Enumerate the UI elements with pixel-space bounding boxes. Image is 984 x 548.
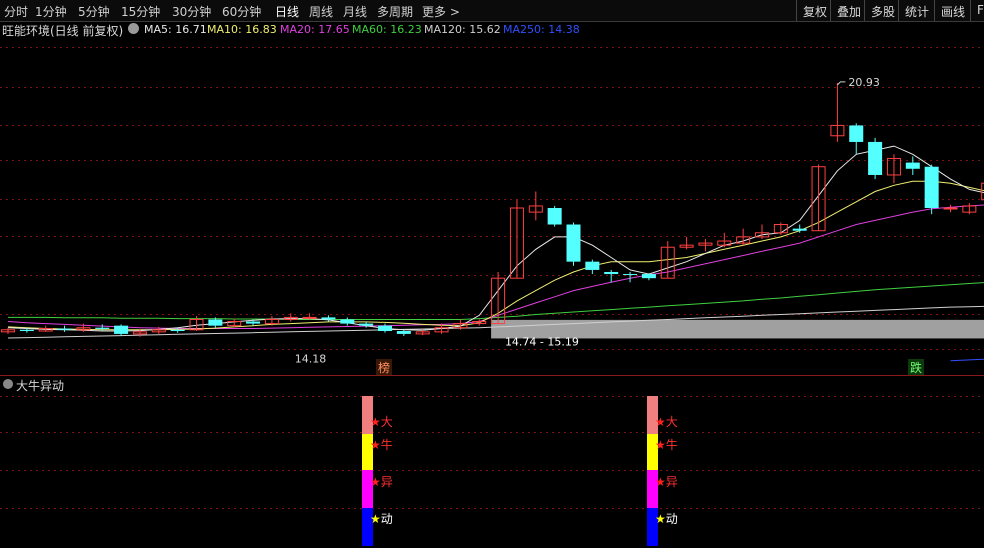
candlestick-chart[interactable]: 20.9314.1814.74 - 15.1917.63 - 17.40榜跌 (0, 39, 984, 376)
panel-collapse-icon[interactable] (3, 379, 13, 389)
tab-fenshi[interactable]: 分时 (4, 3, 28, 20)
tab-60min[interactable]: 60分钟 (222, 3, 261, 20)
candle-body-down (114, 325, 129, 334)
multi-stock-button[interactable]: 多股 (864, 0, 901, 21)
signal-marker: ★异 (655, 475, 678, 489)
ma10-line (7, 180, 984, 331)
candle-body-down (359, 323, 374, 326)
ma20-line (7, 204, 984, 329)
signal-marker-label: 大 (381, 415, 393, 429)
period-toolbar: 分时 1分钟 5分钟 15分钟 30分钟 60分钟 日线 周线 月线 多周期 更… (0, 0, 984, 22)
ma250-value: MA250: 14.38 (503, 23, 580, 36)
ma120-value: MA120: 15.62 (424, 23, 501, 36)
star-icon: ★ (655, 512, 666, 526)
high-price-label: 20.93 (848, 76, 880, 89)
ma10-value: MA10: 16.83 (207, 23, 277, 36)
candle-body-down (905, 162, 920, 169)
fuquan-button[interactable]: 复权 (796, 0, 833, 21)
signal-marker-label: 牛 (666, 437, 678, 452)
candle-body-down (170, 329, 185, 332)
star-icon: ★ (655, 415, 666, 429)
star-icon: ★ (655, 475, 666, 489)
signal-marker: ★异 (370, 475, 393, 489)
low-price-label: 14.18 (295, 352, 327, 365)
candle-body-down (623, 274, 638, 276)
candle-body-down (547, 208, 562, 225)
candle-body-down (19, 329, 34, 332)
signal-marker-label: 大 (666, 415, 678, 429)
candle-body-up (302, 316, 317, 319)
draw-line-button[interactable]: 画线 (934, 0, 971, 21)
high-pointer (837, 81, 846, 86)
candle-body-down (246, 321, 261, 324)
signal-marker: ★牛 (370, 437, 393, 452)
candle-body-down (95, 327, 110, 329)
bang-tag: 榜 (378, 360, 390, 375)
candle-body-down (321, 317, 336, 320)
signal-marker-label: 动 (666, 512, 678, 526)
candle-body-down (340, 319, 355, 324)
candle-body-down (378, 325, 392, 332)
ma5-line (7, 145, 984, 332)
candle-body-down (566, 224, 581, 262)
signal-marker: ★动 (655, 512, 678, 526)
sub-panel-header: 大牛异动 (0, 376, 984, 394)
indicator-bar: 旺能环境(日线 前复权) MA5: 16.71 MA10: 16.83 MA20… (0, 21, 984, 39)
stock-title: 旺能环境(日线 前复权) (2, 24, 124, 38)
signal-marker-label: 异 (666, 475, 678, 489)
star-icon: ★ (370, 438, 381, 452)
settings-circle-icon[interactable] (128, 23, 139, 34)
indicator-panel[interactable]: ★大★牛★异★动★大★牛★异★动 (0, 394, 984, 548)
candle-body-down (585, 261, 600, 270)
sub-panel-title: 大牛异动 (16, 379, 65, 393)
tab-monthly[interactable]: 月线 (343, 3, 367, 20)
signal-marker: ★大 (655, 415, 678, 429)
candle-body-down (604, 271, 619, 275)
overlay-button[interactable]: 叠加 (830, 0, 867, 21)
signal-marker-label: 异 (381, 475, 393, 489)
tab-5min[interactable]: 5分钟 (78, 3, 110, 20)
signal-marker-label: 牛 (381, 437, 393, 452)
zone-low-label: 14.74 - 15.19 (505, 335, 579, 348)
tab-multi-period[interactable]: 多周期 (377, 3, 413, 20)
candle-body-down (208, 319, 223, 326)
ma60-line (8, 282, 984, 320)
candle-body-down (849, 125, 864, 142)
candle-body-down (57, 328, 72, 330)
ma5-value: MA5: 16.71 (144, 23, 207, 36)
signal-marker: ★动 (370, 512, 393, 526)
die-tag: 跌 (910, 360, 922, 375)
tab-30min[interactable]: 30分钟 (172, 3, 211, 20)
ma250-line (950, 358, 984, 362)
tab-weekly[interactable]: 周线 (309, 3, 333, 20)
star-icon: ★ (370, 415, 381, 429)
candle-body-down (641, 274, 656, 279)
tab-15min[interactable]: 15分钟 (121, 3, 160, 20)
f-button[interactable]: F (970, 0, 984, 21)
ma60-value: MA60: 16.23 (352, 23, 422, 36)
tab-more[interactable]: 更多 > (422, 3, 460, 20)
candle-body-down (868, 141, 883, 175)
candle-body-down (924, 166, 939, 208)
candle-body-up (943, 207, 958, 210)
star-icon: ★ (370, 475, 381, 489)
statistics-button[interactable]: 统计 (898, 0, 935, 21)
ma20-value: MA20: 17.65 (280, 23, 350, 36)
signal-marker: ★牛 (655, 437, 678, 452)
signal-marker: ★大 (370, 415, 393, 429)
candle-body-down (396, 331, 411, 334)
star-icon: ★ (370, 512, 381, 526)
signal-marker-label: 动 (381, 512, 393, 526)
candle-body-down (792, 228, 807, 231)
tab-1min[interactable]: 1分钟 (35, 3, 67, 20)
star-icon: ★ (655, 438, 666, 452)
tab-daily[interactable]: 日线 (275, 3, 299, 20)
